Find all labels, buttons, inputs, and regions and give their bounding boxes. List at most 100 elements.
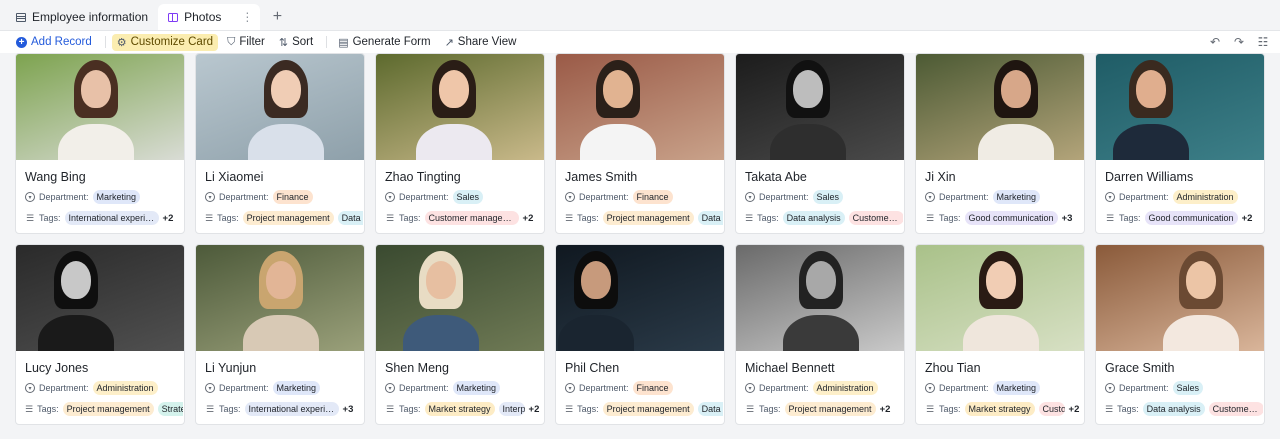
tags-field: ☰ Tags: International experience +3 [205, 402, 363, 416]
gallery-card[interactable]: Li Xiaomei ▾ Department: Finance ☰ Tags:… [195, 53, 365, 234]
redo-icon[interactable]: ↷ [1232, 35, 1246, 49]
option-circle-icon: ▾ [385, 383, 395, 393]
gallery-card[interactable]: Zhao Tingting ▾ Department: Sales ☰ Tags… [375, 53, 545, 234]
gallery-card[interactable]: James Smith ▾ Department: Finance ☰ Tags… [555, 53, 725, 234]
more-tags-count[interactable]: +2 [523, 213, 534, 224]
add-record-button[interactable]: + Add Record [16, 34, 97, 50]
list-icon: ☰ [205, 403, 215, 414]
more-tags-count[interactable]: +2 [880, 404, 891, 415]
tab-label: Photos [184, 10, 222, 24]
tag-pill: Interpersonal [498, 402, 525, 416]
tag-pill: Data analysis [697, 402, 723, 416]
gallery-card[interactable]: Li Yunjun ▾ Department: Marketing ☰ Tags… [195, 244, 365, 425]
field-label: Tags: [219, 404, 241, 414]
option-circle-icon: ▾ [925, 192, 935, 202]
tag-pill: Project management [602, 211, 694, 225]
undo-icon[interactable]: ↶ [1208, 35, 1222, 49]
gallery-card[interactable]: Michael Bennett ▾ Department: Administra… [735, 244, 905, 425]
department-pill: Marketing [452, 381, 501, 395]
department-pill: Sales [452, 190, 484, 204]
tab-employee-information[interactable]: Employee information [6, 4, 158, 30]
employee-name: Grace Smith [1105, 361, 1175, 375]
option-circle-icon: ▾ [385, 192, 395, 202]
customize-card-label: Customize Card [130, 36, 214, 48]
gallery-card[interactable]: Wang Bing ▾ Department: Marketing ☰ Tags… [15, 53, 185, 234]
gallery-card[interactable]: Shen Meng ▾ Department: Marketing ☰ Tags… [375, 244, 545, 425]
field-label: Department: [1119, 192, 1169, 202]
field-label: Department: [759, 383, 809, 393]
option-circle-icon: ▾ [745, 192, 755, 202]
field-label: Tags: [577, 213, 599, 223]
more-tags-count[interactable]: +3 [1062, 213, 1073, 224]
employee-name: Shen Meng [385, 361, 449, 375]
employee-name: Darren Williams [1105, 170, 1194, 184]
more-tags-count[interactable]: +3 [343, 404, 354, 415]
option-circle-icon: ▾ [25, 192, 35, 202]
department-pill: Sales [812, 190, 844, 204]
employee-photo [916, 54, 1084, 160]
gallery-card[interactable]: Lucy Jones ▾ Department: Administration … [15, 244, 185, 425]
tags-field: ☰ Tags: Good communication +2 [1105, 211, 1263, 225]
employee-photo [1096, 245, 1264, 351]
employee-name: Zhao Tingting [385, 170, 461, 184]
add-view-button[interactable]: + [264, 4, 290, 30]
department-pill: Marketing [992, 190, 1041, 204]
more-tags-count[interactable]: +2 [1069, 404, 1080, 415]
filter-button[interactable]: ⛉ Filter [222, 34, 270, 51]
more-tags-count[interactable]: +2 [529, 404, 540, 415]
share-view-button[interactable]: ↗ Share View [440, 34, 522, 51]
tags-field: ☰ Tags: Project management +2 [745, 402, 903, 416]
tag-pill: Data analysis [697, 211, 723, 225]
field-label: Tags: [399, 213, 421, 223]
employee-photo [16, 54, 184, 160]
list-icon: ☰ [925, 212, 935, 223]
option-circle-icon: ▾ [745, 383, 755, 393]
gallery-icon [168, 12, 179, 22]
department-field: ▾ Department: Finance [205, 190, 363, 204]
customize-card-button[interactable]: ⚙ Customize Card [111, 33, 219, 51]
department-field: ▾ Department: Finance [565, 381, 723, 395]
department-field: ▾ Department: Administration [1105, 190, 1263, 204]
tags-field: ☰ Tags: Customer management +2 [385, 211, 543, 225]
option-circle-icon: ▾ [1105, 383, 1115, 393]
option-circle-icon: ▾ [925, 383, 935, 393]
more-tags-count[interactable]: +2 [163, 213, 174, 224]
department-field: ▾ Department: Sales [1105, 381, 1263, 395]
gallery-card[interactable]: Ji Xin ▾ Department: Marketing ☰ Tags: G… [915, 53, 1085, 234]
more-tags-count[interactable]: +2 [1242, 213, 1253, 224]
department-pill: Administration [92, 381, 158, 395]
list-icon: ☰ [1105, 403, 1114, 414]
employee-photo [556, 54, 724, 160]
field-label: Department: [399, 383, 449, 393]
department-field: ▾ Department: Sales [745, 190, 903, 204]
tab-photos[interactable]: Photos ⋮ [158, 4, 261, 30]
employee-photo [736, 245, 904, 351]
gallery-card[interactable]: Takata Abe ▾ Department: Sales ☰ Tags: D… [735, 53, 905, 234]
tab-label: Employee information [32, 10, 149, 24]
form-icon: ▤ [338, 36, 349, 49]
gallery-card[interactable]: Zhou Tian ▾ Department: Marketing ☰ Tags… [915, 244, 1085, 425]
gallery-card[interactable]: Grace Smith ▾ Department: Sales ☰ Tags: … [1095, 244, 1265, 425]
option-circle-icon: ▾ [1105, 192, 1115, 202]
settings-panel-icon[interactable]: ☷ [1256, 35, 1270, 49]
department-pill: Finance [632, 381, 673, 395]
list-icon: ☰ [205, 212, 214, 223]
more-options-icon[interactable]: ⋮ [241, 10, 253, 24]
generate-form-button[interactable]: ▤ Generate Form [333, 34, 435, 51]
share-icon: ↗ [444, 36, 454, 49]
gallery-card[interactable]: Darren Williams ▾ Department: Administra… [1095, 53, 1265, 234]
gallery-card[interactable]: Phil Chen ▾ Department: Finance ☰ Tags: … [555, 244, 725, 425]
tag-pill: Market strategy [424, 402, 495, 416]
employee-photo [1096, 54, 1264, 160]
department-pill: Marketing [272, 381, 321, 395]
list-icon: ☰ [925, 403, 935, 414]
view-toolbar: + Add Record ⚙ Customize Card ⛉ Filter ⇅… [0, 31, 1280, 53]
field-label: Department: [219, 383, 269, 393]
employee-name: Ji Xin [925, 170, 956, 184]
department-pill: Administration [1172, 190, 1238, 204]
option-circle-icon: ▾ [205, 383, 215, 393]
gear-icon: ⚙ [116, 36, 127, 49]
list-icon: ☰ [25, 403, 34, 414]
sort-button[interactable]: ⇅ Sort [274, 34, 318, 51]
department-pill: Sales [1172, 381, 1204, 395]
